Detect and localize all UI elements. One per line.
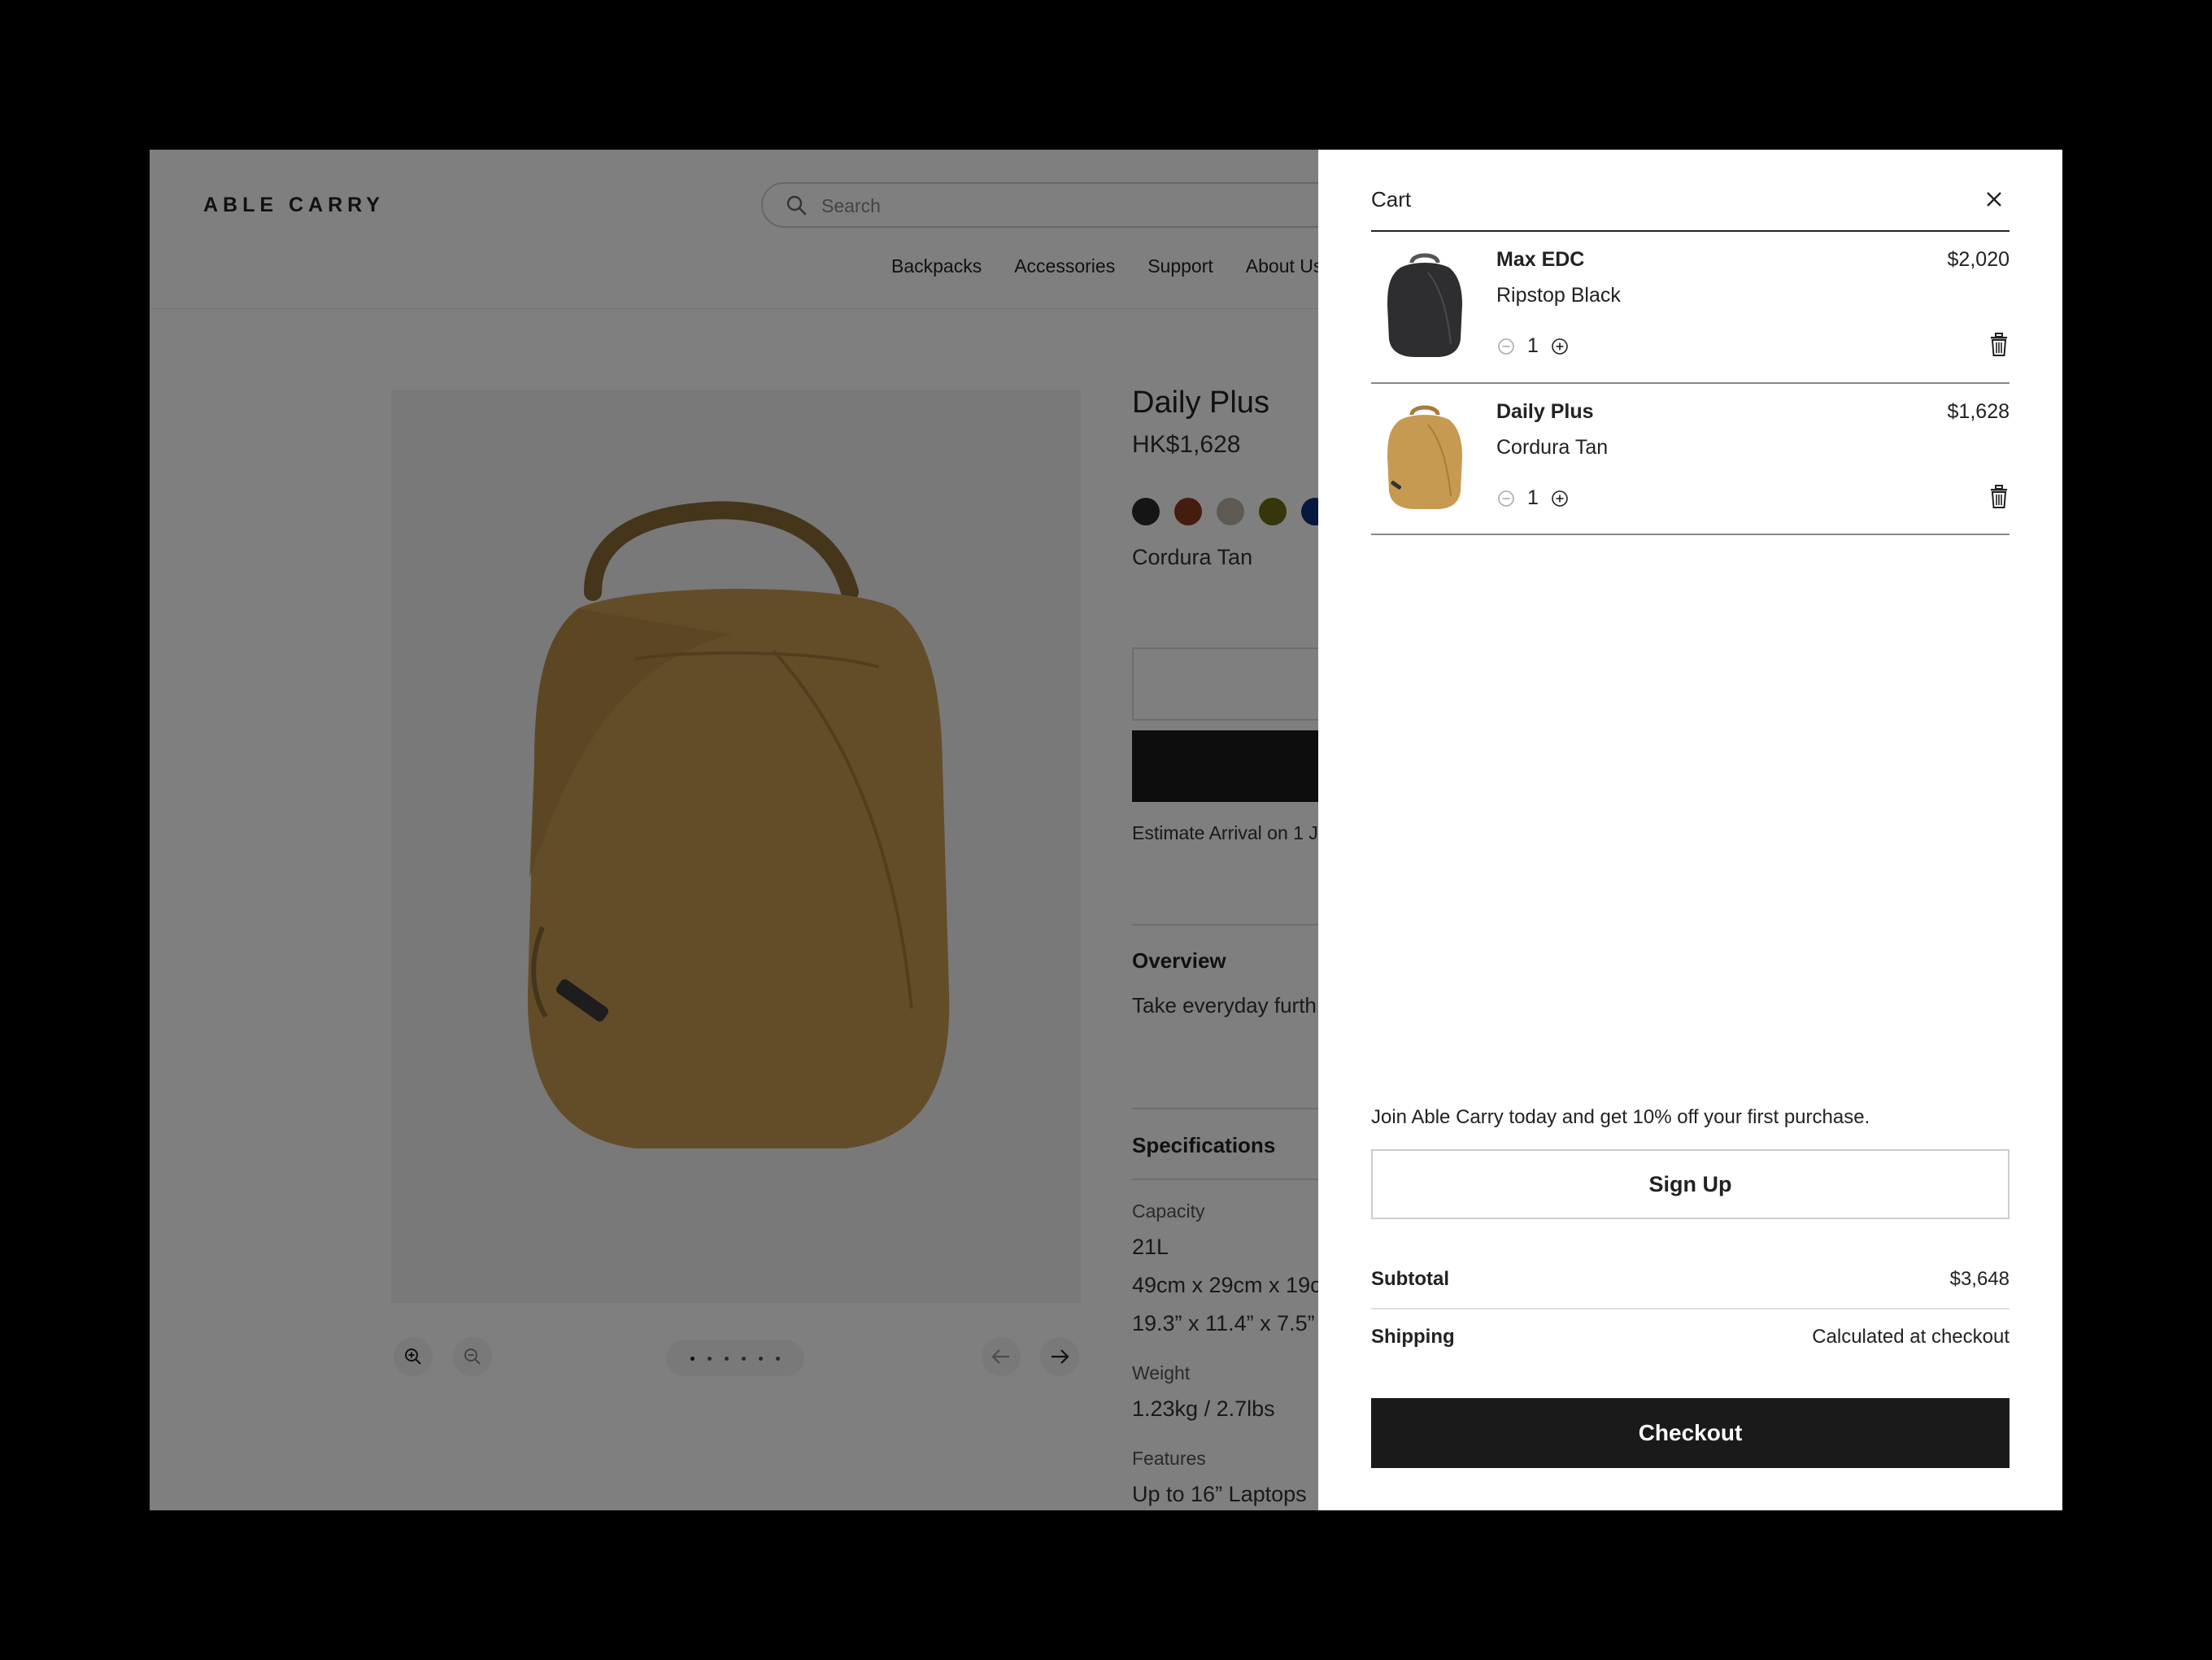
item-thumbnail[interactable]: [1382, 400, 1467, 514]
checkout-button[interactable]: Checkout: [1371, 1398, 2010, 1468]
quantity-stepper: 1: [1496, 486, 1570, 510]
subtotal-label: Subtotal: [1371, 1268, 1449, 1290]
modal-backdrop[interactable]: [150, 150, 1318, 1510]
item-divider: [1371, 534, 2010, 535]
cart-item: Max EDC Ripstop Black $2,020 1: [1371, 232, 2010, 383]
shipping-value: Calculated at checkout: [1812, 1326, 2010, 1348]
quantity-stepper: 1: [1496, 334, 1570, 358]
plus-circle-icon: [1552, 338, 1568, 355]
cart-drawer: Cart Max EDC Ripstop Black $2,020 1 Dail…: [1318, 150, 2062, 1510]
subtotal-value: $3,648: [1949, 1268, 2010, 1290]
close-cart-button[interactable]: [1980, 185, 2008, 213]
item-price: $2,020: [1947, 248, 2010, 271]
item-variant: Ripstop Black: [1496, 284, 1621, 307]
close-icon: [1987, 192, 2001, 207]
item-price: $1,628: [1947, 400, 2010, 423]
shipping-label: Shipping: [1371, 1326, 1455, 1348]
summary-divider: [1371, 1308, 2010, 1309]
increase-qty-button[interactable]: [1550, 489, 1570, 508]
decrease-qty-button[interactable]: [1496, 489, 1516, 508]
item-variant: Cordura Tan: [1496, 436, 1609, 459]
trash-icon[interactable]: [1988, 333, 2010, 357]
browser-page: ABLE CARRY Backpacks Accessories Support…: [150, 150, 2062, 1510]
item-thumbnail[interactable]: [1382, 248, 1467, 362]
decrease-qty-button[interactable]: [1496, 337, 1516, 356]
quantity-value: 1: [1527, 334, 1539, 357]
plus-circle-icon: [1552, 490, 1568, 507]
quantity-value: 1: [1527, 486, 1539, 509]
sign-up-button[interactable]: Sign Up: [1371, 1149, 2010, 1219]
minus-circle-icon: [1498, 490, 1514, 507]
cart-item: Daily Plus Cordura Tan $1,628 1: [1371, 384, 2010, 535]
minus-circle-icon: [1498, 338, 1514, 355]
item-name[interactable]: Daily Plus: [1496, 400, 1594, 424]
item-name[interactable]: Max EDC: [1496, 248, 1584, 272]
cart-title: Cart: [1371, 187, 1412, 211]
signup-promo-text: Join Able Carry today and get 10% off yo…: [1371, 1106, 1870, 1128]
trash-icon[interactable]: [1988, 485, 2010, 509]
increase-qty-button[interactable]: [1550, 337, 1570, 356]
